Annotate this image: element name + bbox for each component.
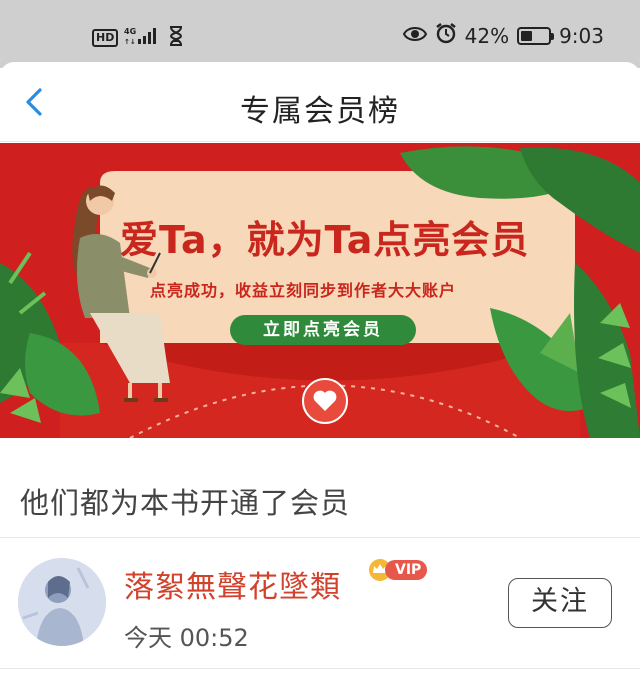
- status-right: 42% 9:03: [402, 22, 604, 49]
- svg-text:↑↓: ↑↓: [124, 38, 136, 46]
- vip-badge: VIP: [367, 558, 428, 582]
- vip-label: VIP: [385, 560, 428, 580]
- hourglass-icon: [168, 26, 184, 50]
- follow-button[interactable]: 关注: [508, 578, 612, 628]
- list-item[interactable]: 落絮無聲花墜類 VIP 今天 00:52 关注: [0, 538, 640, 668]
- banner-subtitle: 点亮成功，收益立刻同步到作者大大账户: [150, 281, 457, 300]
- status-bar: HD 4G ↑↓ 42% 9:03: [0, 0, 640, 68]
- avatar[interactable]: [18, 558, 106, 646]
- svg-text:4G: 4G: [124, 27, 136, 36]
- light-up-vip-button[interactable]: 立即点亮会员: [230, 315, 416, 345]
- divider: [0, 668, 640, 669]
- eye-icon: [402, 24, 427, 48]
- nav-bar: 专属会员榜: [0, 62, 640, 142]
- page-title: 专属会员榜: [240, 94, 400, 129]
- promo-banner[interactable]: 爱Ta，就为Ta点亮会员 点亮成功，收益立刻同步到作者大大账户 立即点亮会员: [0, 143, 640, 438]
- hd-icon: HD: [92, 29, 119, 47]
- section-title: 他们都为本书开通了会员: [20, 486, 351, 520]
- alarm-icon: [435, 22, 457, 49]
- status-left: HD 4G ↑↓: [92, 26, 184, 50]
- member-time: 今天 00:52: [124, 624, 249, 652]
- battery-percent: 42%: [464, 23, 510, 48]
- battery-icon: [517, 26, 555, 45]
- banner-title: 爱Ta，就为Ta点亮会员: [120, 218, 530, 262]
- signal-icon: 4G ↑↓: [124, 26, 162, 50]
- clock-time: 9:03: [559, 23, 604, 48]
- member-name[interactable]: 落絮無聲花墜類: [124, 562, 341, 606]
